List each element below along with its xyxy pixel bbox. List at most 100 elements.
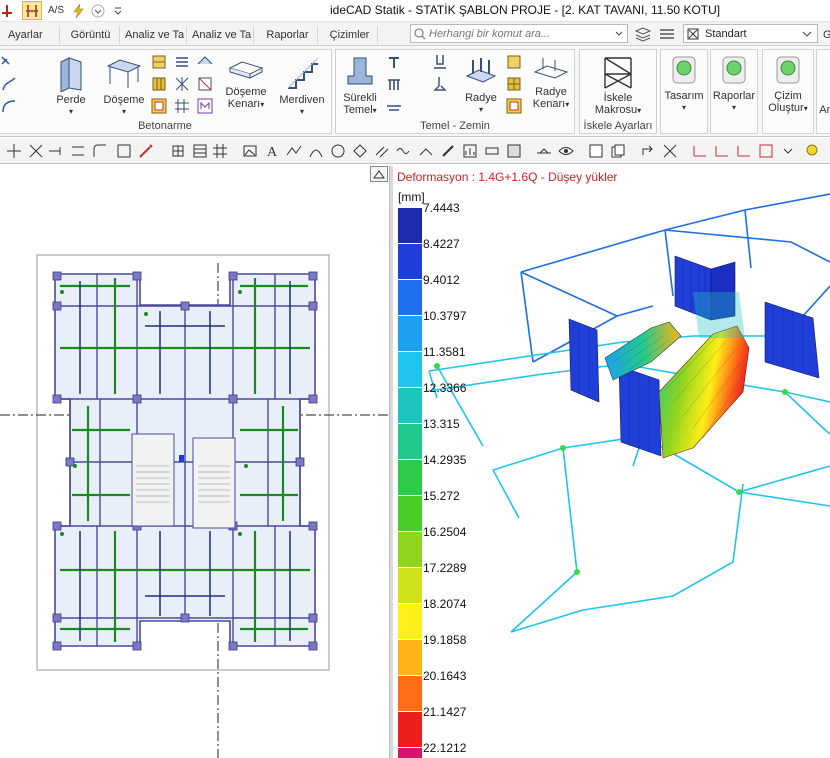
transform-icon[interactable] <box>662 143 678 159</box>
footing-beam-icon[interactable] <box>386 98 402 114</box>
chart-tool-icon[interactable] <box>462 143 478 159</box>
curve-icon[interactable] <box>1 76 17 92</box>
toolbar-overflow-icon[interactable] <box>780 143 796 159</box>
more-button[interactable]: An <box>819 104 830 116</box>
text-icon[interactable]: A <box>264 143 280 159</box>
tasarim-button[interactable]: Tasarım ▾ <box>661 54 707 114</box>
customize-icon[interactable] <box>112 1 124 20</box>
tab-goruntu[interactable]: Görüntü <box>62 26 120 44</box>
lightning-icon[interactable] <box>68 1 88 20</box>
polyline-icon[interactable] <box>286 143 302 159</box>
layers-stack-icon[interactable] <box>658 26 676 45</box>
slab-label-icon[interactable] <box>197 98 213 114</box>
move-icon[interactable] <box>6 143 22 159</box>
doseme-kenari-button[interactable]: Döşeme Kenarı▾ <box>221 54 271 111</box>
window-icon[interactable] <box>588 143 604 159</box>
opening-icon[interactable] <box>197 76 213 92</box>
radye-button[interactable]: Radye ▾ <box>460 54 502 116</box>
brush-icon[interactable] <box>138 143 154 159</box>
edit-icon[interactable] <box>440 143 456 159</box>
plan-view[interactable] <box>0 166 390 758</box>
tab-cizimler[interactable]: Çizimler <box>322 26 378 44</box>
viewport-maximize-icon[interactable] <box>370 166 388 182</box>
doseme-button[interactable]: Döşeme ▾ <box>99 54 149 118</box>
image-icon[interactable] <box>242 143 258 159</box>
redo-icon[interactable] <box>640 143 656 159</box>
snap-tool-icon[interactable] <box>0 1 14 20</box>
iskele-makrosu-button[interactable]: İskele Makrosu▾ <box>582 54 654 117</box>
single-footing-icon[interactable] <box>432 76 448 92</box>
tab-more[interactable]: G <box>820 26 830 44</box>
legend-label: 7.4443 <box>423 201 460 215</box>
roof-icon[interactable] <box>197 54 213 70</box>
arc-icon[interactable] <box>1 98 17 114</box>
table-icon[interactable] <box>192 143 208 159</box>
raft-grid-icon[interactable] <box>506 76 522 92</box>
pile-group-icon[interactable] <box>386 76 402 92</box>
raft-region-icon[interactable] <box>506 98 522 114</box>
circle-icon[interactable] <box>330 143 346 159</box>
legend-swatch <box>398 244 422 280</box>
rib-slab-icon[interactable] <box>151 54 167 70</box>
command-search-input[interactable] <box>429 27 609 40</box>
search-dropdown-icon[interactable] <box>613 26 627 43</box>
eye-icon[interactable] <box>558 143 574 159</box>
panel-icon[interactable] <box>506 143 522 159</box>
mesh-icon[interactable] <box>174 98 190 114</box>
perde-button[interactable]: Perde ▾ <box>45 54 97 118</box>
dimension-icon[interactable] <box>418 143 434 159</box>
fillet-icon[interactable] <box>92 143 108 159</box>
grid-icon[interactable] <box>212 143 228 159</box>
slab-region-icon[interactable] <box>151 98 167 114</box>
offset-icon[interactable] <box>70 143 86 159</box>
column-footing-icon[interactable] <box>432 54 448 70</box>
tab-raporlar[interactable]: Raporlar <box>258 26 318 44</box>
pile-icon[interactable] <box>386 54 402 70</box>
green-light-icon <box>776 56 800 84</box>
surekli-temel-button[interactable]: Sürekli Temel▾ <box>340 54 380 117</box>
raft-rib-icon[interactable] <box>506 54 522 70</box>
hatch-tool-icon[interactable] <box>374 143 390 159</box>
copy-icon[interactable] <box>610 143 626 159</box>
cizim-olustur-button[interactable]: Çizim Oluştur▾ <box>763 54 813 115</box>
quick-access-dropdown[interactable] <box>88 1 108 20</box>
legend-swatch <box>398 676 422 712</box>
wall-axis-icon[interactable] <box>1 54 17 70</box>
extend-icon[interactable] <box>48 143 64 159</box>
measure-icon[interactable] <box>484 143 500 159</box>
merdiven-label: Merdiven <box>279 94 325 106</box>
hatch-icon[interactable] <box>174 54 190 70</box>
legend-label: 8.4227 <box>423 237 460 251</box>
group-iskele: İskele Makrosu▾ İskele Ayarları <box>579 49 657 134</box>
tasarim-label: Tasarım <box>664 90 704 102</box>
wave-icon[interactable] <box>396 143 412 159</box>
tab-analiz-2[interactable]: Analiz ve Ta <box>189 26 254 44</box>
tab-analiz-1[interactable]: Analiz ve Ta <box>122 26 187 44</box>
ortho-tool-icon[interactable] <box>22 1 42 20</box>
deformation-3d-view[interactable]: Deformasyon : 1.4G+1.6Q - Düşey yükler [… <box>393 166 830 758</box>
axis-yz-icon[interactable] <box>736 143 752 159</box>
axis-3d-icon[interactable] <box>758 143 774 159</box>
axis-xz-icon[interactable] <box>714 143 730 159</box>
arc-tool-icon[interactable] <box>308 143 324 159</box>
layers-icon[interactable] <box>634 26 652 45</box>
radye-kenari-button[interactable]: Radye Kenarı▾ <box>528 54 574 111</box>
grid-points-icon[interactable] <box>170 143 186 159</box>
command-search[interactable] <box>410 24 628 43</box>
lamp-icon[interactable] <box>804 143 820 159</box>
legend-swatch <box>398 604 422 640</box>
tab-ayarlar[interactable]: Ayarlar <box>5 26 60 44</box>
style-select[interactable]: Standart <box>683 24 818 43</box>
grid-cross-icon[interactable] <box>174 76 190 92</box>
group-more: An <box>816 49 830 134</box>
raporlar-button[interactable]: Raporlar ▾ <box>711 54 757 114</box>
text-style-button[interactable]: A/S <box>46 1 66 20</box>
trim-icon[interactable] <box>28 143 44 159</box>
axis-xy-icon[interactable] <box>692 143 708 159</box>
level-icon[interactable] <box>536 143 552 159</box>
merdiven-button[interactable]: Merdiven ▾ <box>275 54 329 118</box>
waffle-icon[interactable] <box>151 76 167 92</box>
polygon-icon[interactable] <box>352 143 368 159</box>
legend-swatch <box>398 208 422 244</box>
rect-select-icon[interactable] <box>116 143 132 159</box>
